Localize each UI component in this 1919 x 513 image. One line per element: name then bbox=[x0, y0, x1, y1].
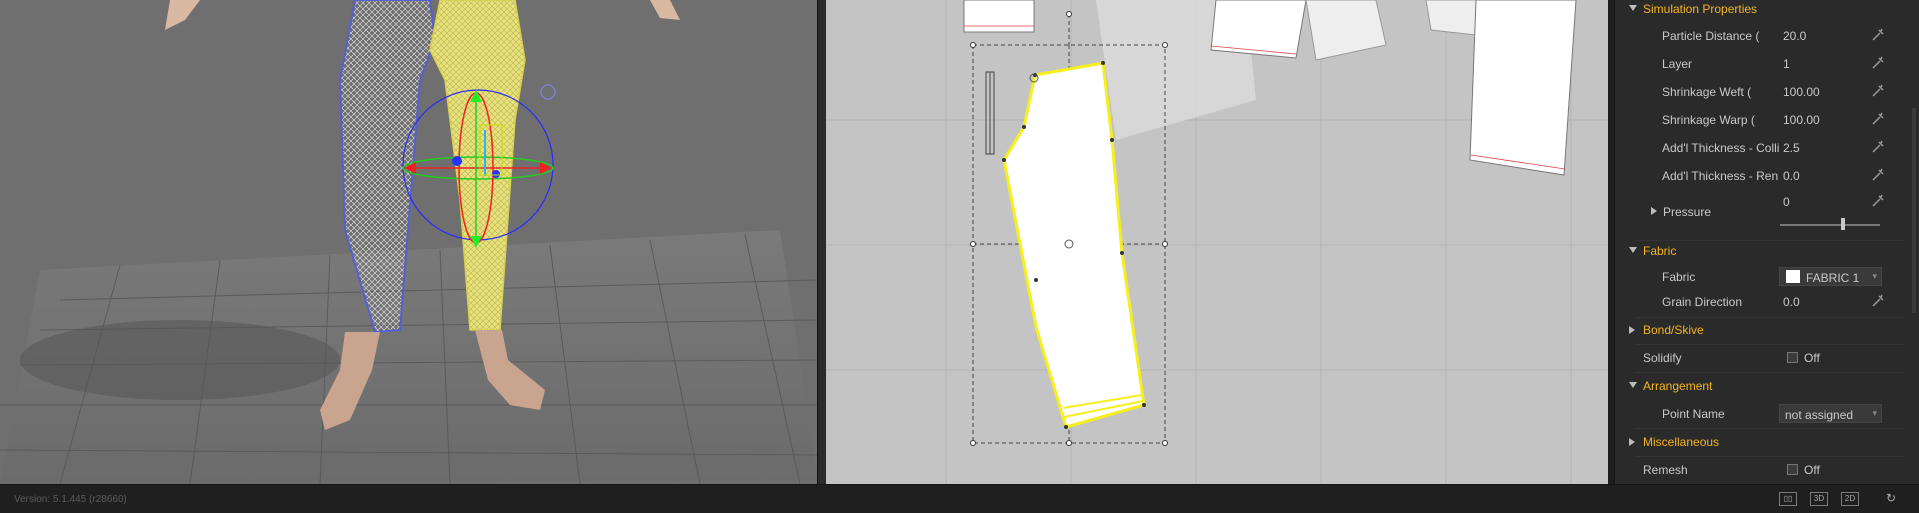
row-pressure[interactable]: Pressure 0 bbox=[1615, 193, 1919, 237]
avatar-shadow bbox=[20, 320, 340, 400]
dropdown-arrow-icon: ▾ bbox=[1872, 271, 1877, 281]
row-shrinkage-warp[interactable]: Shrinkage Warp ( 100.00 bbox=[1615, 106, 1919, 134]
wrench-icon[interactable] bbox=[1870, 293, 1886, 309]
pattern-piece-top-left[interactable] bbox=[963, 0, 1035, 33]
collapse-triangle-icon[interactable] bbox=[1629, 5, 1637, 11]
wrench-icon[interactable] bbox=[1870, 83, 1886, 99]
wrench-icon[interactable] bbox=[1870, 193, 1886, 209]
version-label: Version: 5.1.445 (r28660) bbox=[14, 494, 127, 505]
pattern-piece-right-leg[interactable] bbox=[1469, 0, 1577, 176]
section-bond-skive[interactable]: Bond/Skive bbox=[1615, 316, 1919, 344]
2d-pattern-viewport[interactable] bbox=[826, 0, 1608, 484]
addl-thickness-rendering-input[interactable]: 0.0 bbox=[1783, 169, 1800, 183]
viewport-divider[interactable] bbox=[818, 0, 826, 484]
expand-triangle-icon[interactable] bbox=[1629, 326, 1635, 334]
section-miscellaneous[interactable]: Miscellaneous bbox=[1615, 428, 1919, 456]
row-point-name[interactable]: Point Name not assigned ▾ bbox=[1615, 400, 1919, 428]
row-grain-direction[interactable]: Grain Direction 0.0 bbox=[1615, 288, 1919, 316]
fabric-dropdown[interactable]: FABRIC 1 ▾ bbox=[1779, 267, 1882, 286]
pressure-slider-track[interactable] bbox=[1780, 224, 1880, 226]
shrinkage-weft-input[interactable]: 100.00 bbox=[1783, 85, 1820, 99]
row-fabric[interactable]: Fabric FABRIC 1 ▾ bbox=[1615, 263, 1919, 291]
pressure-slider-thumb[interactable] bbox=[1841, 218, 1845, 230]
shrinkage-warp-input[interactable]: 100.00 bbox=[1783, 113, 1820, 127]
wrench-icon[interactable] bbox=[1870, 139, 1886, 155]
pattern-piece-top-middle[interactable] bbox=[1210, 0, 1307, 59]
view-3d-button[interactable]: 3D bbox=[1810, 492, 1828, 506]
refresh-icon[interactable]: ↻ bbox=[1886, 491, 1896, 505]
fabric-color-swatch bbox=[1786, 270, 1800, 283]
status-bar: Version: 5.1.445 (r28660) ▯▯ 3D 2D ↻ bbox=[0, 484, 1919, 513]
solidify-checkbox[interactable] bbox=[1787, 352, 1798, 363]
wrench-icon[interactable] bbox=[1870, 55, 1886, 71]
3d-viewport[interactable] bbox=[0, 0, 818, 484]
section-simulation-properties[interactable]: Simulation Properties bbox=[1615, 0, 1919, 23]
collapse-triangle-icon[interactable] bbox=[1629, 247, 1637, 253]
remesh-checkbox[interactable] bbox=[1787, 464, 1798, 475]
property-editor-panel: Simulation Properties Particle Distance … bbox=[1614, 0, 1919, 484]
addl-thickness-collision-input[interactable]: 2.5 bbox=[1783, 141, 1800, 155]
dropdown-arrow-icon: ▾ bbox=[1872, 408, 1877, 418]
grain-direction-input[interactable]: 0.0 bbox=[1783, 295, 1800, 309]
wrench-icon[interactable] bbox=[1870, 111, 1886, 127]
row-addl-thickness-collision[interactable]: Add'l Thickness - Colli 2.5 bbox=[1615, 134, 1919, 162]
expand-triangle-icon[interactable] bbox=[1651, 207, 1657, 215]
section-fabric[interactable]: Fabric bbox=[1615, 237, 1919, 265]
point-name-dropdown[interactable]: not assigned ▾ bbox=[1779, 404, 1882, 423]
wrench-icon[interactable] bbox=[1870, 27, 1886, 43]
row-solidify[interactable]: Solidify Off bbox=[1615, 344, 1919, 372]
particle-distance-input[interactable]: 20.0 bbox=[1783, 29, 1806, 43]
row-particle-distance[interactable]: Particle Distance ( 20.0 bbox=[1615, 22, 1919, 50]
split-view-button[interactable]: ▯▯ bbox=[1779, 492, 1797, 506]
collapse-triangle-icon[interactable] bbox=[1629, 382, 1637, 388]
view-2d-button[interactable]: 2D bbox=[1841, 492, 1859, 506]
row-remesh[interactable]: Remesh Off bbox=[1615, 456, 1919, 484]
row-layer[interactable]: Layer 1 bbox=[1615, 50, 1919, 78]
expand-triangle-icon[interactable] bbox=[1629, 438, 1635, 446]
row-shrinkage-weft[interactable]: Shrinkage Weft ( 100.00 bbox=[1615, 78, 1919, 106]
row-addl-thickness-rendering[interactable]: Add'l Thickness - Ren 0.0 bbox=[1615, 162, 1919, 190]
layer-input[interactable]: 1 bbox=[1783, 57, 1790, 71]
pressure-input[interactable]: 0 bbox=[1783, 195, 1790, 209]
wrench-icon[interactable] bbox=[1870, 167, 1886, 183]
section-arrangement[interactable]: Arrangement bbox=[1615, 372, 1919, 400]
